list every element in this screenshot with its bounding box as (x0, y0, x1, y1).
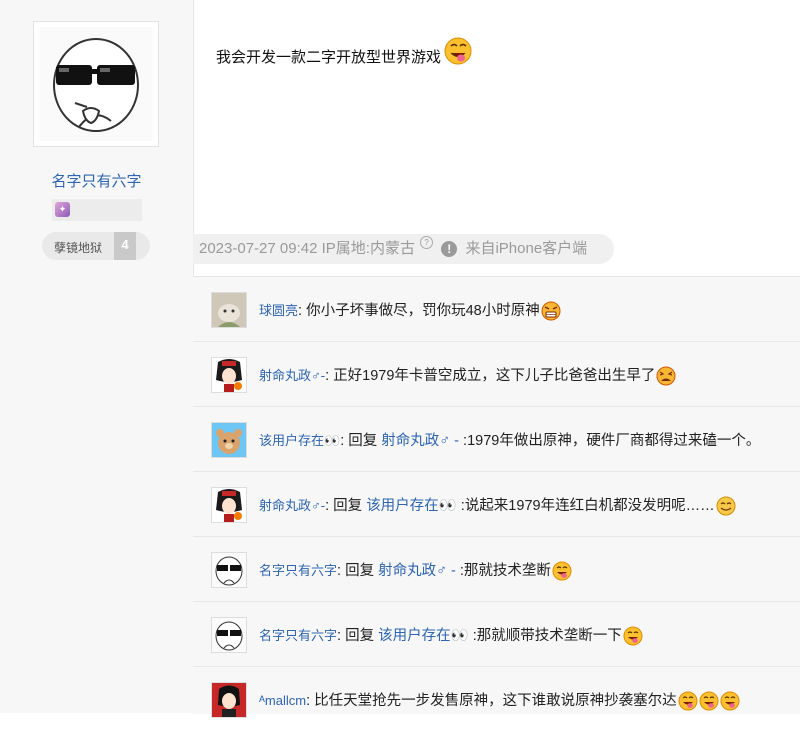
level-badge[interactable]: 孽镜地狱 4 (42, 232, 150, 260)
comment-body: 名字只有六字: 回复 射命丸政♂ - :那就技术垄断 (259, 559, 572, 581)
tongue-emoji-icon (552, 561, 572, 581)
angry-emoji-icon (541, 301, 561, 321)
comment-text: 正好1979年卡普空成立，这下儿子比爸爸出生早了 (333, 368, 656, 384)
commenter-avatar[interactable] (211, 292, 247, 328)
post-ip-location: IP属地:内蒙古 (321, 240, 415, 258)
comment-item: 名字只有六字: 回复 射命丸政♂ - :那就技术垄断 (193, 537, 800, 602)
comment-body: 射命丸政♂-: 正好1979年卡普空成立，这下儿子比爸爸出生早了 (259, 364, 676, 386)
post-content: 我会开发一款二字开放型世界游戏 (216, 36, 472, 67)
comment-body: 球圆亮: 你小子坏事做尽，罚你玩48小时原神 (259, 299, 561, 321)
comment-item: 该用户存在👀: 回复 射命丸政♂ - :1979年做出原神，硬件厂商都得过来磕一… (193, 407, 800, 472)
comment-body: 射命丸政♂-: 回复 该用户存在👀 :说起来1979年连红白机都没发明呢…… (259, 494, 736, 516)
commenter-avatar[interactable] (211, 487, 247, 523)
comment-list: 球圆亮: 你小子坏事做尽，罚你玩48小时原神 射命丸政♂-: 正好1979年卡普… (193, 276, 800, 718)
comment-username[interactable]: 射命丸政♂- (259, 368, 325, 383)
reply-suffix: : (459, 433, 468, 449)
post-source: 来自iPhone客户端 (465, 240, 588, 258)
comment-text: 那就顺带技术垄断一下 (476, 628, 622, 644)
reply-prefix: 回复 (345, 628, 379, 644)
comment-separator: : (298, 303, 307, 319)
level-number: 4 (114, 232, 136, 260)
reply-prefix: 回复 (348, 433, 382, 449)
tongue-emoji-icon (678, 691, 698, 711)
tongue-emoji-icon (699, 691, 719, 711)
comment-text: 那就技术垄断 (463, 563, 551, 579)
level-name: 孽镜地狱 (54, 241, 103, 255)
comment-body: ᴬmallcm: 比任天堂抢先一步发售原神，这下谁敢说原神抄袭塞尔达 (259, 689, 740, 711)
comment-text: 1979年做出原神，硬件厂商都得过来磕一个。 (467, 433, 761, 449)
comment-item: 名字只有六字: 回复 该用户存在👀 :那就顺带技术垄断一下 (193, 602, 800, 667)
commenter-avatar[interactable] (211, 617, 247, 653)
sunglasses-meme-avatar-image (39, 27, 153, 141)
commenter-avatar[interactable] (211, 357, 247, 393)
author-avatar[interactable] (33, 21, 159, 147)
comment-separator: : (306, 693, 315, 709)
reply-target-link[interactable]: 该用户存在👀 (366, 498, 457, 514)
warning-icon[interactable]: ! (441, 241, 458, 258)
scared-emoji-icon (656, 366, 676, 386)
comment-text: 你小子坏事做尽，罚你玩48小时原神 (306, 303, 540, 319)
comment-username[interactable]: 球圆亮 (259, 303, 298, 318)
gift-badge-icon[interactable]: ✦ (55, 202, 70, 217)
tongue-emoji-icon (443, 36, 472, 65)
comment-separator: : (337, 563, 346, 579)
comment-item: 射命丸政♂-: 回复 该用户存在👀 :说起来1979年连红白机都没发明呢…… (193, 472, 800, 537)
comment-text: 比任天堂抢先一步发售原神，这下谁敢说原神抄袭塞尔达 (314, 693, 677, 709)
comment-username[interactable]: 该用户存在👀 (259, 433, 340, 448)
reply-prefix: 回复 (345, 563, 379, 579)
tongue-emoji-icon (623, 626, 643, 646)
comment-username[interactable]: ᴬmallcm (259, 693, 306, 708)
comment-separator: : (325, 368, 334, 384)
comment-separator: : (337, 628, 346, 644)
author-name[interactable]: 名字只有六字 (0, 170, 193, 191)
comment-text: 说起来1979年连红白机都没发明呢…… (464, 498, 715, 514)
reply-target-link[interactable]: 该用户存在👀 (378, 628, 469, 644)
reply-suffix: : (456, 498, 465, 514)
reply-suffix: : (455, 563, 464, 579)
tongue-emoji-icon (720, 691, 740, 711)
author-badge-row: ✦ (52, 199, 142, 221)
commenter-avatar[interactable] (211, 552, 247, 588)
post-meta-bar: 2023-07-27 09:42 IP属地:内蒙古 ? ! 来自iPhone客户… (193, 234, 614, 264)
comment-body: 名字只有六字: 回复 该用户存在👀 :那就顺带技术垄断一下 (259, 624, 643, 646)
reply-suffix: : (468, 628, 477, 644)
post-text: 我会开发一款二字开放型世界游戏 (216, 49, 442, 66)
reply-target-link[interactable]: 射命丸政♂ - (381, 433, 459, 449)
comment-separator: : (325, 498, 334, 514)
reply-prefix: 回复 (333, 498, 367, 514)
comment-username[interactable]: 名字只有六字 (259, 563, 337, 578)
comment-body: 该用户存在👀: 回复 射命丸政♂ - :1979年做出原神，硬件厂商都得过来磕一… (259, 429, 760, 450)
post-time: 2023-07-27 09:42 (199, 240, 318, 258)
comment-username[interactable]: 名字只有六字 (259, 628, 337, 643)
help-icon[interactable]: ? (420, 236, 434, 249)
comment-username[interactable]: 射命丸政♂- (259, 498, 325, 513)
commenter-avatar[interactable] (211, 422, 247, 458)
comment-item: 射命丸政♂-: 正好1979年卡普空成立，这下儿子比爸爸出生早了 (193, 342, 800, 407)
smile-emoji-icon (716, 496, 736, 516)
comment-item: 球圆亮: 你小子坏事做尽，罚你玩48小时原神 (193, 277, 800, 342)
reply-target-link[interactable]: 射命丸政♂ - (378, 563, 456, 579)
comment-item: ᴬmallcm: 比任天堂抢先一步发售原神，这下谁敢说原神抄袭塞尔达 (193, 667, 800, 731)
author-sidebar: 名字只有六字 ✦ 孽镜地狱 4 (0, 0, 194, 713)
